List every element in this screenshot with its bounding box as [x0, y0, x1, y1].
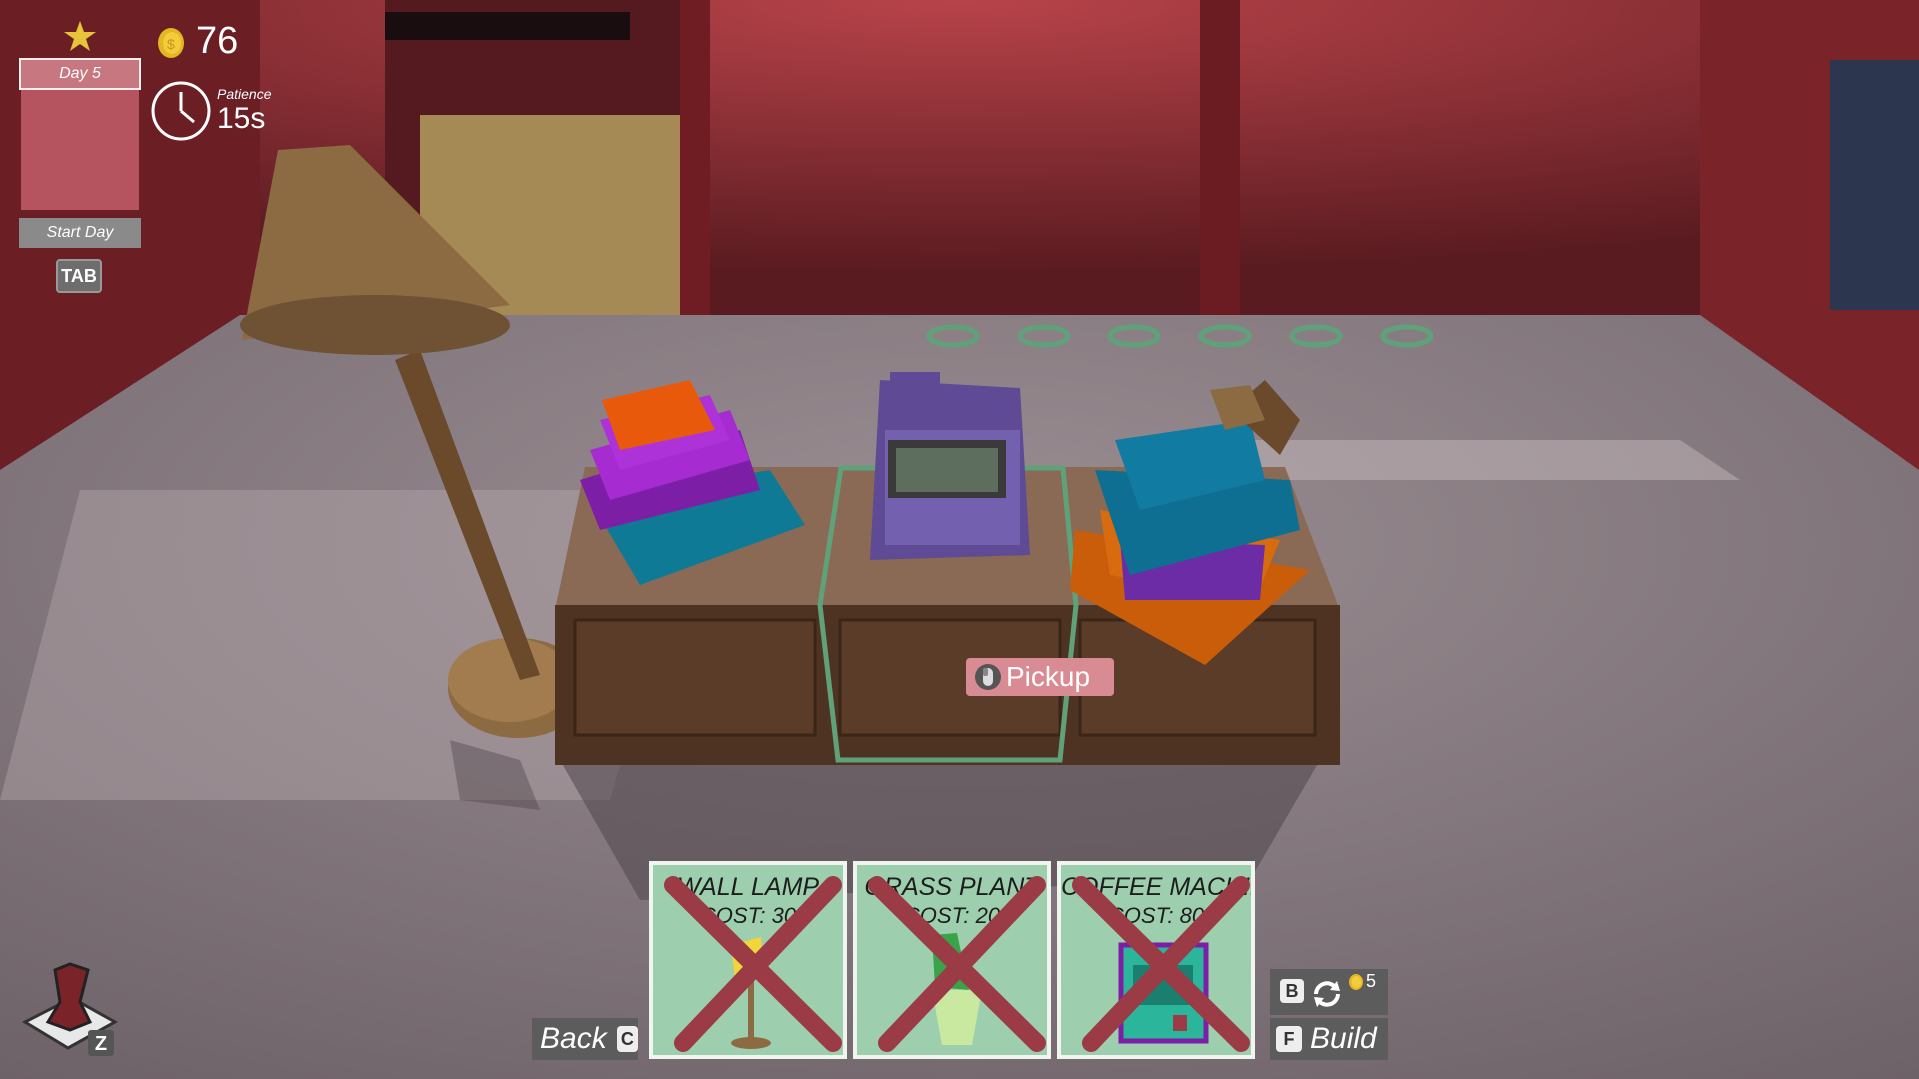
start-day-button[interactable]: Start Day	[19, 218, 141, 248]
patience-label: Patience	[217, 86, 272, 102]
patience-value: 15s	[217, 102, 266, 135]
build-card-coffee-machine[interactable]: COFFEE MACHINE COST: 80	[1057, 861, 1255, 1059]
build-card-grass-plant[interactable]: GRASS PLANT COST: 20	[853, 861, 1051, 1059]
cycle-item-button[interactable]: B 5	[1270, 969, 1388, 1015]
day-progress-panel	[21, 90, 139, 210]
cycle-key-hint: B	[1280, 979, 1304, 1003]
day-label: Day 5	[19, 58, 141, 90]
build-card-wall-lamp[interactable]: WALL LAMP COST: 30	[649, 861, 847, 1059]
cycle-cost: 5	[1366, 971, 1377, 991]
build-label: Build	[1310, 1022, 1377, 1055]
pickup-label: Pickup	[1006, 661, 1091, 692]
coin-count: 76	[196, 20, 239, 62]
unavailable-cross-icon	[664, 876, 842, 1052]
refresh-icon	[1314, 981, 1340, 1007]
star-icon	[64, 21, 96, 51]
coin-icon: $	[158, 28, 184, 58]
unavailable-cross-icon	[868, 876, 1046, 1052]
coin-icon	[1349, 974, 1363, 990]
clock-icon	[151, 81, 211, 141]
build-button[interactable]: F Build	[1270, 1018, 1388, 1060]
mouse-icon	[975, 664, 1001, 690]
view-toggle-icon[interactable]: Z	[20, 960, 120, 1060]
tab-key-hint: TAB	[56, 259, 102, 293]
back-button[interactable]: Back C	[532, 1018, 638, 1060]
back-label: Back	[540, 1022, 607, 1055]
day-panel[interactable]: Day 5 Start Day	[19, 58, 141, 248]
pickup-prompt[interactable]: Pickup	[966, 658, 1114, 696]
build-key-hint: F	[1276, 1026, 1302, 1052]
svg-text:$: $	[167, 36, 175, 52]
unavailable-cross-icon	[1072, 876, 1250, 1052]
back-key-hint: C	[616, 1026, 638, 1052]
view-key-hint: Z	[95, 1033, 107, 1055]
